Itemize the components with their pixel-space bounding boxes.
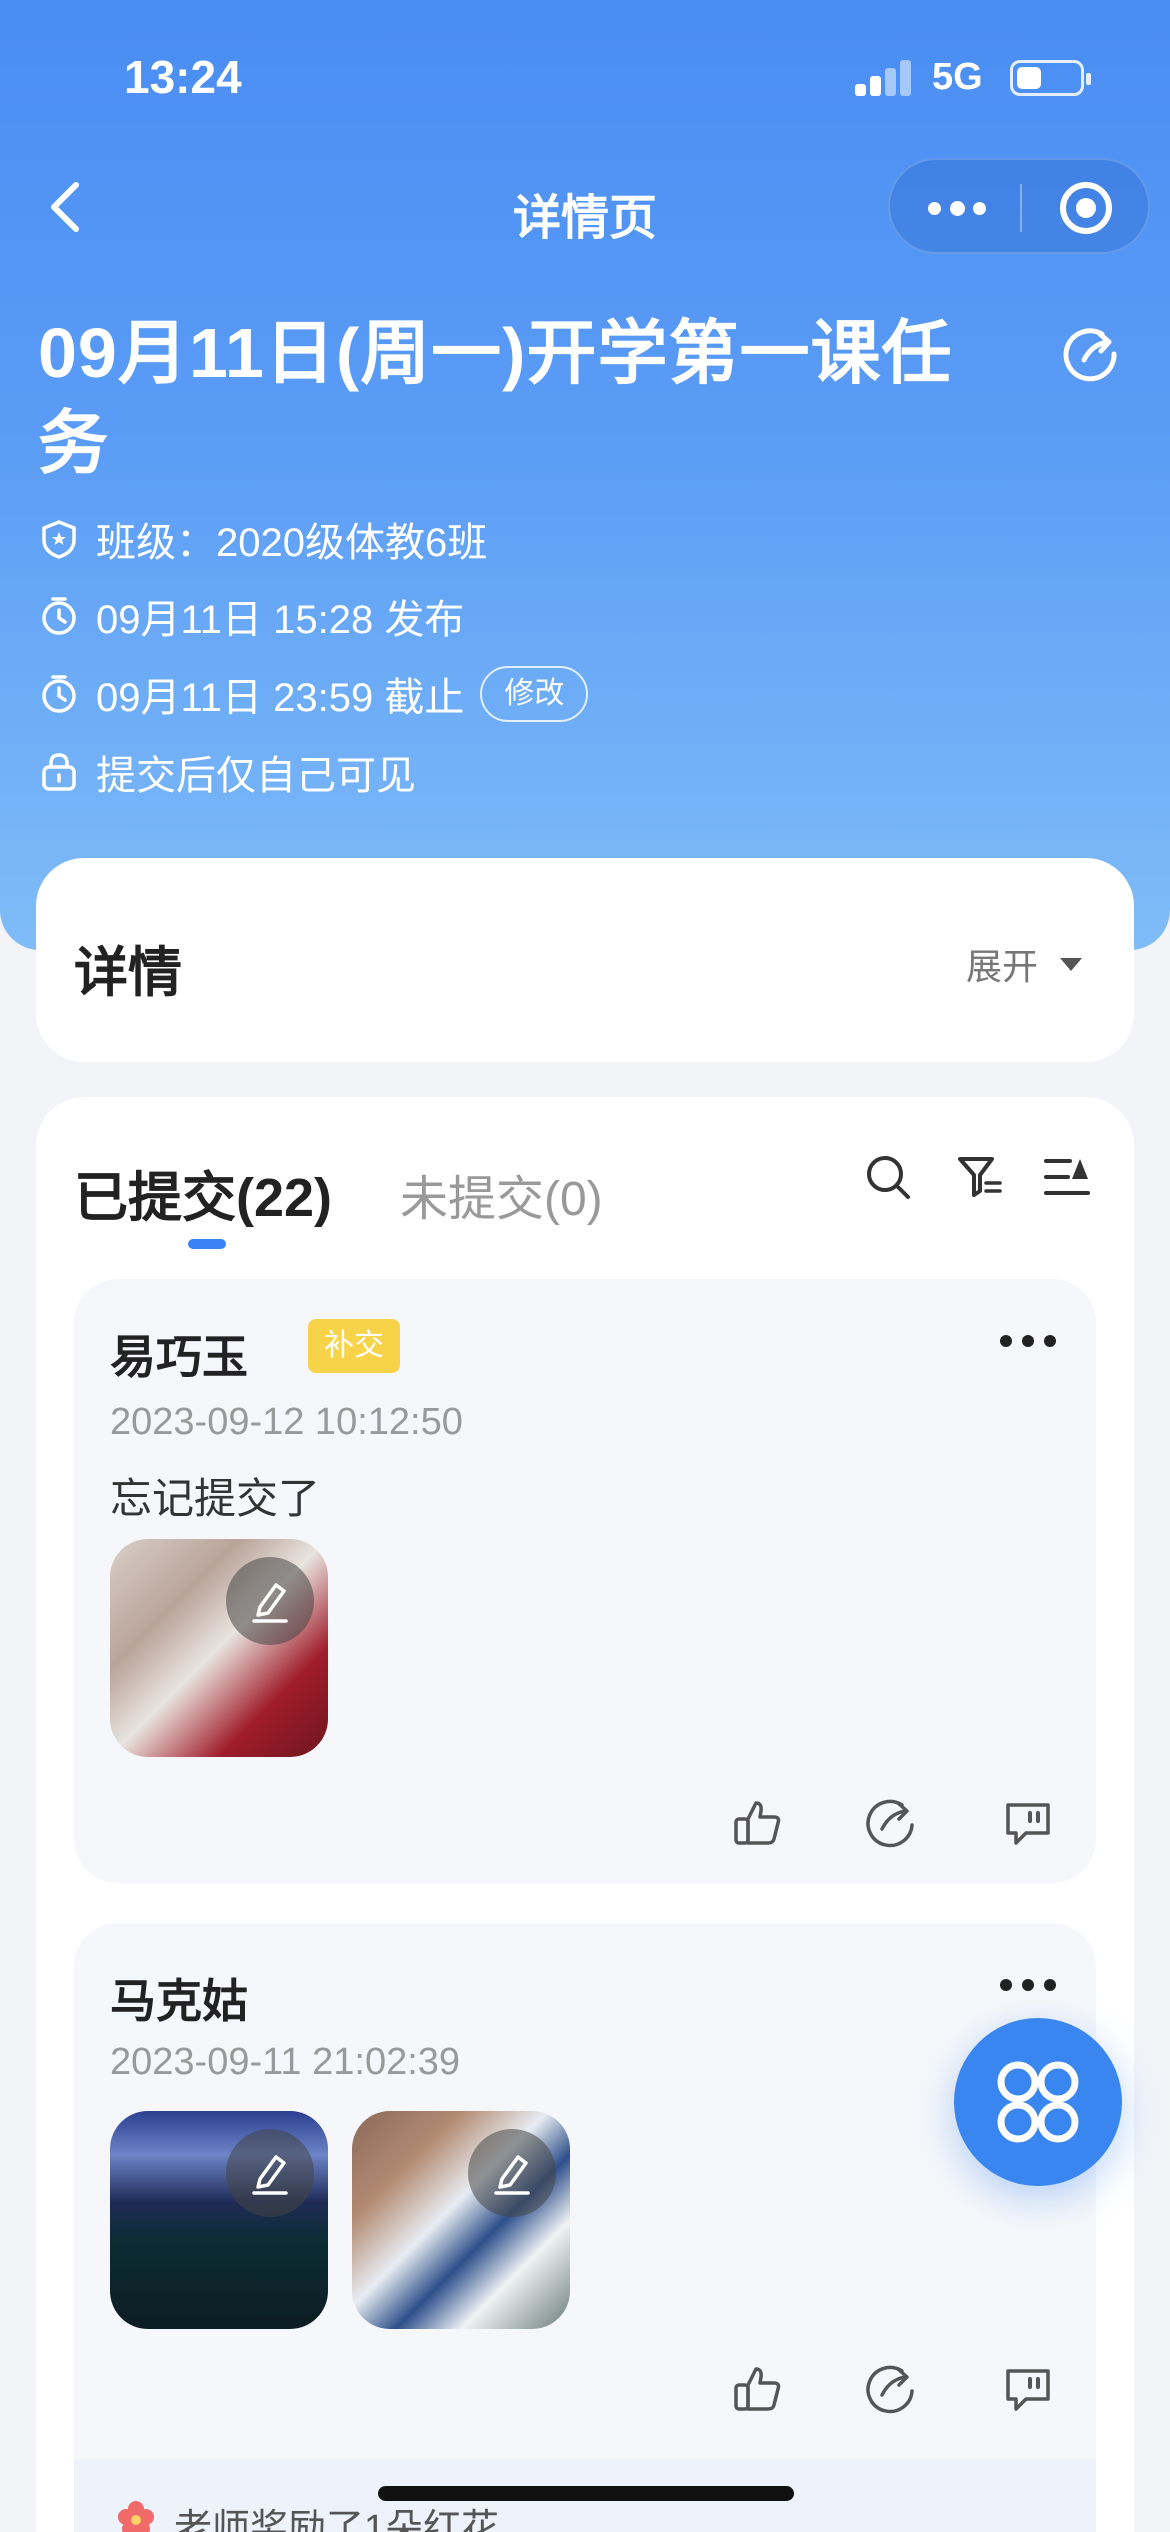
apps-fab-button[interactable]: [954, 2018, 1122, 2186]
mini-program-capsule: [888, 158, 1150, 254]
clock-icon: [42, 675, 76, 713]
capsule-divider: [1020, 184, 1022, 232]
class-row: 班级：2020级体教6班: [38, 509, 487, 569]
submit-time: 2023-09-11 21:02:39: [110, 2041, 461, 2083]
share-icon[interactable]: [862, 2361, 918, 2417]
deadline-row: 09月11日 23:59 截止 修改: [38, 664, 589, 724]
student-name: 易巧玉: [110, 1331, 248, 1383]
publish-row: 09月11日 15:28 发布: [38, 586, 464, 646]
home-indicator: [378, 2486, 794, 2501]
submission-list-card: 已提交(22) 未提交(0) 易巧玉 补交 2023-09-12 10:12:5…: [36, 1097, 1134, 2532]
battery-icon: [1010, 60, 1091, 96]
edit-icon: [252, 2155, 288, 2195]
signal-icon: [855, 58, 913, 96]
photo-thumbnail[interactable]: [352, 2111, 570, 2329]
more-icon[interactable]: [1000, 1331, 1060, 1351]
deadline-text: 09月11日 23:59 截止: [96, 676, 465, 720]
visibility-row: 提交后仅自己可见: [38, 742, 416, 802]
edit-icon-container[interactable]: [226, 2129, 314, 2217]
search-icon[interactable]: [862, 1151, 914, 1203]
edit-icon-container[interactable]: [468, 2129, 556, 2217]
comment-icon[interactable]: [1000, 2361, 1056, 2417]
visibility-text: 提交后仅自己可见: [96, 754, 416, 798]
shield-icon: [42, 520, 76, 559]
edit-icon: [494, 2155, 530, 2195]
more-icon[interactable]: [1000, 1975, 1060, 1995]
flower-icon: [118, 2501, 154, 2532]
comment-icon[interactable]: [1000, 1795, 1056, 1851]
expand-label: 展开: [965, 946, 1038, 987]
publish-text: 09月11日 15:28 发布: [96, 598, 465, 642]
tab-not-submitted[interactable]: 未提交(0): [400, 1159, 603, 1229]
apps-icon: [997, 2061, 1079, 2143]
student-name: 马克姑: [110, 1975, 248, 2027]
more-icon[interactable]: [928, 186, 986, 230]
sort-icon[interactable]: [1042, 1151, 1094, 1203]
detail-card: 详情 展开: [36, 858, 1134, 1062]
photo-thumbnail[interactable]: [110, 2111, 328, 2329]
share-icon[interactable]: [1062, 326, 1120, 384]
submission-item: 马克姑 2023-09-11 21:02:39 老师奖励了1朵红花: [74, 1923, 1096, 2532]
close-icon[interactable]: [1060, 182, 1112, 234]
tab-submitted[interactable]: 已提交(22): [74, 1153, 332, 1232]
submission-text: 忘记提交了: [110, 1475, 321, 1522]
edit-icon: [252, 1583, 288, 1623]
tab-indicator: [188, 1239, 226, 1249]
detail-title: 详情: [74, 943, 182, 1003]
class-text: 班级：2020级体教6班: [96, 521, 488, 565]
reward-text: 老师奖励了1朵红花: [174, 2508, 500, 2532]
submission-item: 易巧玉 补交 2023-09-12 10:12:50 忘记提交了: [74, 1279, 1096, 1883]
share-icon[interactable]: [862, 1795, 918, 1851]
like-icon[interactable]: [730, 2361, 786, 2417]
filter-icon[interactable]: [954, 1151, 1006, 1203]
expand-button[interactable]: 展开: [966, 938, 1082, 990]
late-badge: 补交: [308, 1319, 400, 1373]
status-time: 13:24: [124, 51, 242, 103]
clock-icon: [42, 597, 76, 635]
lock-icon: [42, 753, 76, 791]
photo-thumbnail[interactable]: [110, 1539, 328, 1757]
caret-down-icon: [1060, 957, 1082, 971]
network-label: 5G: [932, 56, 983, 98]
edit-deadline-button[interactable]: 修改: [480, 666, 589, 722]
like-icon[interactable]: [730, 1795, 786, 1851]
task-title: 09月11日(周一)开学第一课任务: [38, 314, 953, 482]
submit-time: 2023-09-12 10:12:50: [110, 1401, 463, 1443]
edit-icon-container[interactable]: [226, 1557, 314, 1645]
